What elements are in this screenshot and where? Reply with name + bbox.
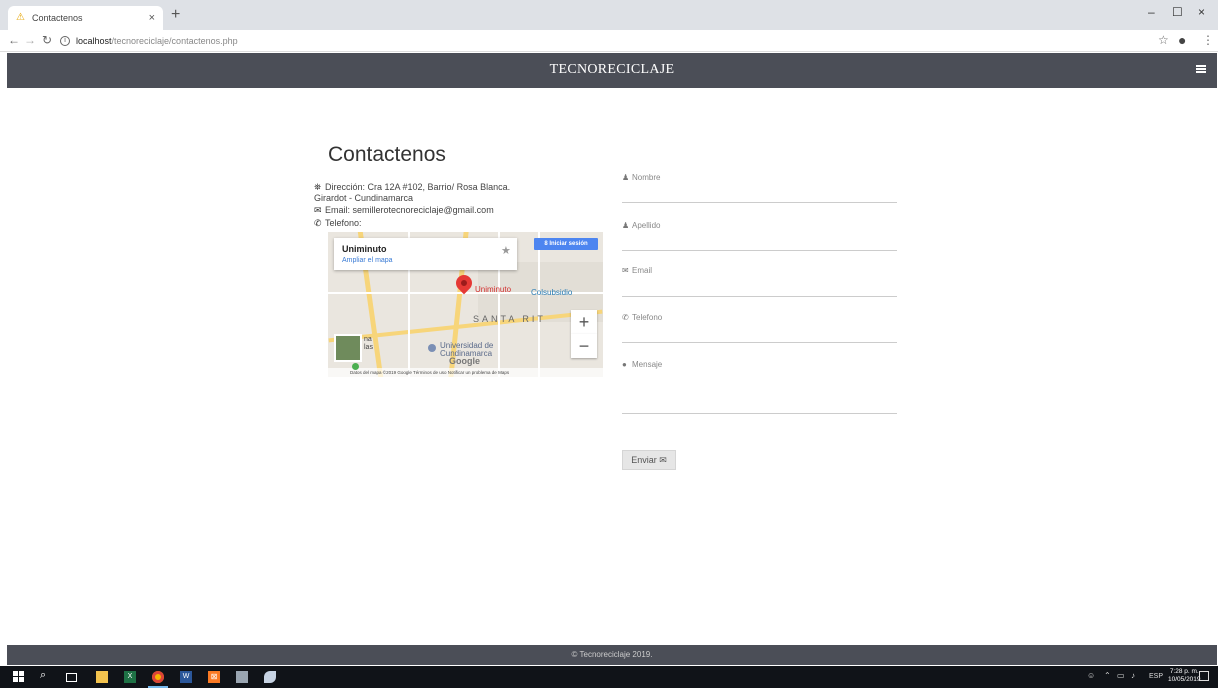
excel-icon[interactable]: X: [124, 671, 136, 683]
map-street: [538, 232, 540, 377]
chevron-up-icon[interactable]: ⌃: [1104, 671, 1111, 680]
browser-tab-bar: ⚠ Contactenos × + – ☐ ×: [0, 0, 1218, 30]
address-line: ⛯ Dirección: Cra 12A #102, Barrio/ Rosa B…: [314, 182, 510, 193]
nombre-input[interactable]: [622, 202, 897, 203]
user-icon: ♟: [622, 221, 630, 230]
apellido-label-text: Apellido: [632, 221, 661, 230]
file-explorer-icon[interactable]: [96, 671, 108, 683]
email-text: Email: semillerotecnoreciclaje@gmail.com: [325, 205, 494, 215]
email-label-text: Email: [632, 266, 653, 275]
map-label-colsubsidio: Colsubsidio: [531, 288, 573, 297]
phone-text: Telefono:: [325, 218, 362, 228]
map-place-card: Uniminuto Ampliar el mapa ★: [334, 238, 517, 270]
zoom-in-button[interactable]: +: [571, 310, 597, 334]
save-star-icon[interactable]: ★: [501, 244, 511, 257]
info-icon[interactable]: i: [60, 35, 70, 46]
address-bar: ← → ↻ i localhost/tecnoreciclaje/contact…: [0, 30, 1218, 52]
system-clock[interactable]: 7:28 p. m. 10/05/2019: [1168, 668, 1201, 684]
phone-icon: ✆: [314, 218, 322, 228]
apellido-label: ♟ Apellido: [622, 221, 660, 230]
telefono-label: ✆ Telefono: [622, 313, 662, 322]
map-marker-icon: ⛯: [314, 182, 322, 192]
close-window-button[interactable]: ×: [1198, 5, 1205, 19]
nombre-label: ♟ Nombre: [622, 173, 660, 182]
address-text: Dirección: Cra 12A #102, Barrio/ Rosa Bl…: [325, 182, 511, 192]
phone-line: ✆ Telefono:: [314, 218, 362, 229]
clock-date: 10/05/2019: [1168, 676, 1201, 683]
notification-icon[interactable]: [1199, 671, 1209, 681]
windows-taskbar: ⌕ X W ⊠ ☺ ⌃ ▭ ♪ ESP 7:28 p. m. 10/05/201…: [0, 666, 1218, 688]
chrome-icon[interactable]: [152, 671, 164, 683]
user-icon: ♟: [622, 173, 630, 182]
envelope-icon: ✉: [622, 266, 629, 275]
url-input[interactable]: i localhost/tecnoreciclaje/contactenos.p…: [60, 32, 1140, 49]
minimize-button[interactable]: –: [1148, 5, 1155, 19]
phone-icon: ✆: [622, 313, 629, 322]
site-header: TECNORECICLAJE: [7, 53, 1217, 88]
task-view-icon[interactable]: [66, 673, 77, 682]
map-place-name: Uniminuto: [342, 244, 387, 254]
favicon-icon: ⚠: [16, 12, 25, 23]
app-icon[interactable]: [264, 671, 276, 683]
site-footer: © Tecnoreciclaje 2019.: [7, 645, 1217, 665]
tab-title: Contactenos: [32, 13, 83, 23]
browser-tab[interactable]: ⚠ Contactenos ×: [8, 6, 163, 30]
new-tab-button[interactable]: +: [171, 6, 180, 24]
comment-icon: ●: [622, 360, 627, 369]
apellido-input[interactable]: [622, 250, 897, 251]
search-icon[interactable]: ⌕: [40, 669, 52, 681]
page-title: Contactenos: [328, 143, 446, 166]
telefono-input[interactable]: [622, 342, 897, 343]
google-map[interactable]: Uniminuto Ampliar el mapa ★ 8 Iniciar se…: [328, 232, 603, 377]
map-attribution-icon: [352, 363, 359, 370]
nombre-label-text: Nombre: [632, 173, 661, 182]
map-label-santa-rita: SANTA RIT: [473, 314, 546, 324]
google-logo: Google: [449, 356, 480, 366]
mensaje-label-text: Mensaje: [632, 360, 663, 369]
zoom-out-button[interactable]: −: [571, 334, 597, 358]
url-path: /tecnoreciclaje/contactenos.php: [111, 35, 238, 46]
city-line: Girardot - Cundinamarca: [314, 193, 414, 203]
hamburger-menu-icon[interactable]: [1196, 65, 1206, 73]
university-pin-icon: [428, 344, 436, 352]
enviar-button[interactable]: Enviar ✉: [622, 450, 676, 470]
mensaje-label: ● Mensaje: [622, 360, 662, 369]
browser-menu-icon[interactable]: ⋮: [1202, 33, 1214, 47]
map-attribution[interactable]: Datos del mapa ©2019 Google Términos de …: [328, 368, 603, 377]
back-arrow-icon[interactable]: ←: [8, 33, 20, 47]
tab-close-icon[interactable]: ×: [149, 12, 155, 24]
email-label: ✉ Email: [622, 266, 652, 275]
reload-icon[interactable]: ↻: [42, 33, 52, 47]
forward-arrow-icon[interactable]: →: [24, 33, 36, 47]
email-line: ✉ Email: semillerotecnoreciclaje@gmail.co…: [314, 205, 494, 216]
windows-start-icon[interactable]: [13, 671, 25, 683]
network-icon[interactable]: ▭: [1117, 671, 1125, 680]
xampp-icon[interactable]: ⊠: [208, 671, 220, 683]
enlarge-map-link[interactable]: Ampliar el mapa: [342, 257, 393, 264]
profile-icon[interactable]: ●: [1178, 32, 1186, 48]
people-icon[interactable]: ☺: [1087, 671, 1095, 680]
bookmark-star-icon[interactable]: ☆: [1158, 33, 1169, 47]
satellite-thumbnail[interactable]: [334, 334, 362, 362]
site-title[interactable]: TECNORECICLAJE: [7, 62, 1217, 78]
envelope-icon: ✉: [314, 205, 322, 215]
map-pin-icon[interactable]: [452, 271, 476, 295]
language-indicator[interactable]: ESP: [1149, 673, 1163, 680]
app-icon[interactable]: [236, 671, 248, 683]
telefono-label-text: Telefono: [632, 313, 663, 322]
maximize-button[interactable]: ☐: [1172, 5, 1183, 19]
map-label-thumb: na las: [364, 336, 373, 351]
map-signin-button[interactable]: 8 Iniciar sesión: [534, 238, 598, 250]
word-icon[interactable]: W: [180, 671, 192, 683]
clock-time: 7:28 p. m.: [1169, 668, 1199, 675]
volume-icon[interactable]: ♪: [1131, 671, 1135, 680]
mensaje-textarea[interactable]: [622, 413, 897, 414]
email-input[interactable]: [622, 296, 897, 297]
map-pin-label: Uniminuto: [475, 285, 512, 294]
url-host: localhost: [76, 35, 112, 46]
